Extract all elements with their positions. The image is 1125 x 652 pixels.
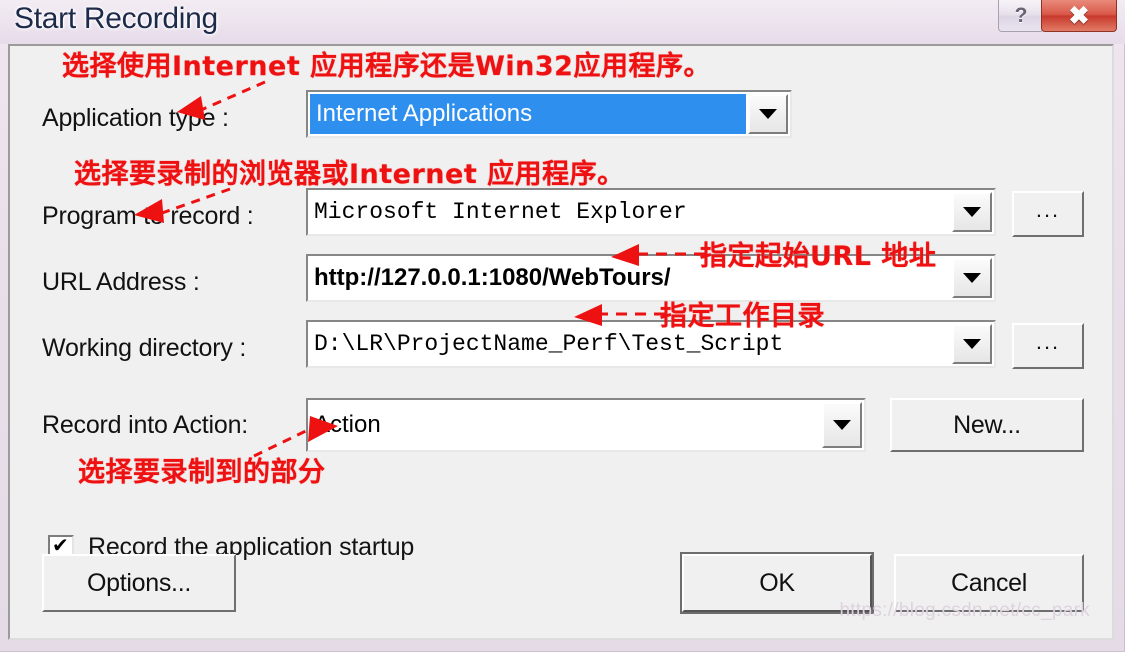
window-title: Start Recording: [14, 2, 218, 35]
annotation-url-address: 指定起始URL 地址: [700, 241, 937, 272]
program-browse-button[interactable]: ...: [1012, 191, 1084, 237]
close-icon: ✖: [1068, 1, 1090, 30]
annotation-record-into-action: 选择要录制到的部分: [78, 457, 326, 488]
working-directory-combo[interactable]: D:\LR\ProjectName_Perf\Test_Script: [306, 320, 996, 368]
annotation-working-directory: 指定工作目录: [660, 301, 825, 332]
program-to-record-value: Microsoft Internet Explorer: [314, 199, 687, 225]
annotation-program-to-record: 选择要录制的浏览器或Internet 应用程序。: [74, 159, 625, 190]
chevron-down-icon[interactable]: [952, 258, 992, 298]
application-type-label: Application type :: [42, 104, 229, 132]
options-button[interactable]: Options...: [42, 554, 236, 612]
program-to-record-label: Program to record :: [42, 202, 254, 230]
record-into-action-combo[interactable]: Action: [306, 398, 866, 452]
url-address-value: http://127.0.0.1:1080/WebTours/: [314, 264, 671, 291]
working-directory-value: D:\LR\ProjectName_Perf\Test_Script: [314, 331, 784, 357]
question-mark-icon: ?: [1014, 3, 1028, 27]
start-recording-dialog: Start Recording ? ✖ Application type : I…: [0, 0, 1125, 652]
chevron-down-icon[interactable]: [748, 94, 788, 134]
application-type-combo[interactable]: Internet Applications: [306, 90, 792, 138]
url-address-label: URL Address :: [42, 268, 200, 296]
title-bar: Start Recording ? ✖: [0, 0, 1125, 44]
working-directory-browse-button[interactable]: ...: [1012, 323, 1084, 369]
new-action-button[interactable]: New...: [890, 398, 1084, 452]
working-directory-label: Working directory :: [42, 334, 247, 362]
chevron-down-icon[interactable]: [952, 192, 992, 232]
record-into-action-label: Record into Action:: [42, 411, 249, 439]
watermark-text: https://blog.csdn.net/cc_park: [839, 600, 1090, 621]
record-into-action-value: Action: [314, 411, 381, 438]
close-button[interactable]: ✖: [1041, 0, 1117, 32]
chevron-down-icon[interactable]: [952, 324, 992, 364]
application-type-value: Internet Applications: [316, 100, 533, 127]
chevron-down-icon[interactable]: [822, 402, 862, 448]
dialog-client-area: Application type : Internet Applications…: [8, 44, 1114, 640]
annotation-application-type: 选择使用Internet 应用程序还是Win32应用程序。: [62, 51, 711, 82]
program-to-record-combo[interactable]: Microsoft Internet Explorer: [306, 188, 996, 236]
help-button[interactable]: ?: [998, 0, 1044, 32]
